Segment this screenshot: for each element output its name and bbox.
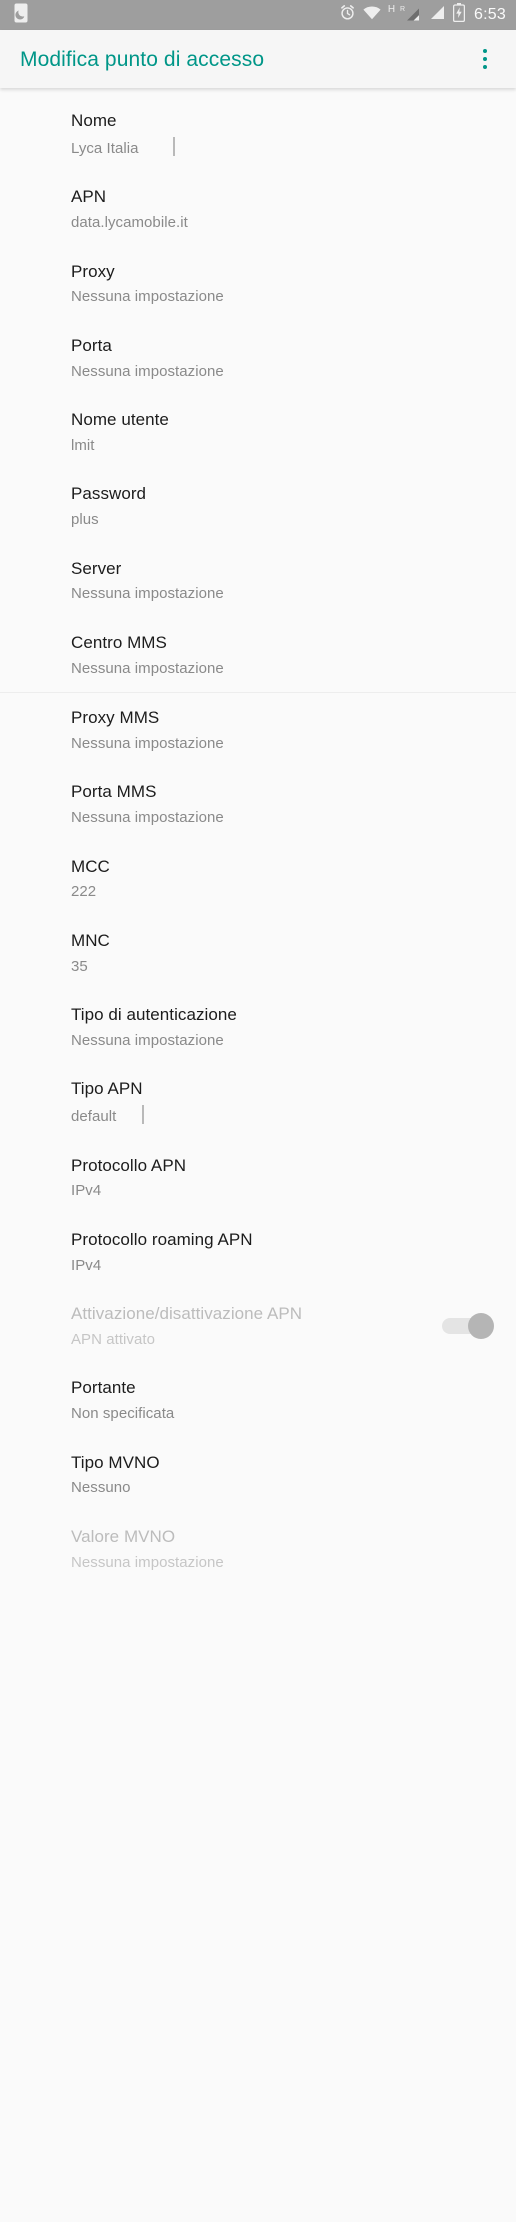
list-item-title: Proxy: [71, 261, 115, 281]
list-item-title: Tipo APN: [71, 1079, 143, 1099]
list-item-value: lmit: [71, 436, 95, 454]
list-item-title: Portante: [71, 1378, 136, 1398]
list-item-value: Nessuno: [71, 1479, 131, 1497]
list-item-porta-mms[interactable]: Porta MMS Nessuna impostazione: [0, 767, 516, 841]
list-item-title: Valore MVNO: [71, 1526, 176, 1546]
list-item-value: data.lycamobile.it: [71, 214, 188, 231]
list-item-value: Nessuna impostazione: [71, 362, 224, 380]
list-item-value: Nessuna impostazione: [71, 1031, 224, 1049]
list-item-value: 35: [71, 957, 88, 975]
list-item-title: MNC: [71, 930, 110, 950]
list-item-title: Tipo di autenticazione: [71, 1005, 237, 1024]
list-item-value: 222: [71, 883, 97, 901]
network-type-h-label: H: [387, 4, 396, 15]
list-group-secondary: Proxy MMS Nessuna impostazione Porta MMS…: [0, 693, 516, 1586]
list-item-title: Attivazione/disattivazione APN: [71, 1304, 303, 1323]
list-item-value: APN attivato: [71, 1330, 155, 1348]
text-caret: [142, 1105, 145, 1124]
status-bar-left: [14, 3, 28, 28]
status-bar-right: H R 6:53: [339, 3, 506, 27]
list-item-mnc[interactable]: MNC 35: [0, 916, 516, 990]
list-item-title: Protocollo roaming APN: [71, 1229, 253, 1249]
svg-text:R: R: [400, 6, 405, 13]
toolbar: Modifica punto di accesso: [0, 30, 516, 88]
list-item-title: MCC: [71, 856, 110, 876]
list-item-value: Lyca Italia: [71, 136, 498, 159]
list-item-title: Protocollo APN: [71, 1155, 187, 1175]
list-item-title: Nome: [71, 111, 117, 130]
list-item-value: Nessuna impostazione: [71, 809, 224, 826]
battery-charging-icon: [452, 3, 466, 27]
list-item-proxy[interactable]: Proxy Nessuna impostazione: [0, 247, 516, 321]
list-item-title: APN: [71, 187, 107, 207]
settings-list: Nome Lyca Italia APN data.lycamobile.it …: [0, 88, 516, 1586]
list-item-title: Tipo MVNO: [71, 1452, 160, 1472]
page-title: Modifica punto di accesso: [20, 47, 265, 71]
list-item-protocollo-apn[interactable]: Protocollo APN IPv4: [0, 1141, 516, 1215]
list-item-centro-mms[interactable]: Centro MMS Nessuna impostazione: [0, 618, 516, 692]
apn-edit-screen: H R 6:53 Modifica punto di accesso Nome …: [0, 0, 516, 2222]
list-item-value: Nessuna impostazione: [71, 288, 224, 306]
list-item-title: Password: [71, 484, 147, 504]
list-item-apn[interactable]: APN data.lycamobile.it: [0, 172, 516, 246]
list-item-value: Nessuna impostazione: [71, 659, 224, 677]
overflow-menu-icon[interactable]: [472, 42, 498, 76]
list-item-title: Proxy MMS: [71, 708, 160, 727]
apn-enable-toggle[interactable]: [442, 1313, 494, 1340]
toggle-thumb: [468, 1313, 494, 1340]
list-item-value: Nessuna impostazione: [71, 734, 224, 752]
list-item-value: IPv4: [71, 1256, 102, 1274]
list-item-title: Porta: [71, 335, 112, 355]
list-item-title: Centro MMS: [71, 632, 167, 652]
list-item-tipo-autenticazione[interactable]: Tipo di autenticazione Nessuna impostazi…: [0, 990, 516, 1064]
list-item-protocollo-roaming-apn[interactable]: Protocollo roaming APN IPv4: [0, 1215, 516, 1289]
list-item-title: Server: [71, 558, 122, 578]
list-item-mcc[interactable]: MCC 222: [0, 842, 516, 916]
list-item-portante[interactable]: Portante Non specificata: [0, 1363, 516, 1437]
list-item-nome[interactable]: Nome Lyca Italia: [0, 96, 516, 172]
list-item-valore-mvno[interactable]: Valore MVNO Nessuna impostazione: [0, 1512, 516, 1586]
list-item-server[interactable]: Server Nessuna impostazione: [0, 544, 516, 618]
list-item-title: Nome utente: [71, 410, 169, 429]
list-item-tipo-apn[interactable]: Tipo APN default: [0, 1064, 516, 1140]
list-item-value: default: [71, 1105, 498, 1127]
status-bar: H R 6:53: [0, 0, 516, 30]
list-item-apn-enable-disable[interactable]: Attivazione/disattivazione APN APN attiv…: [0, 1289, 516, 1363]
list-item-value: Nessuna impostazione: [71, 1553, 224, 1571]
list-item-title: Porta MMS: [71, 782, 157, 802]
list-item-proxy-mms[interactable]: Proxy MMS Nessuna impostazione: [0, 693, 516, 767]
signal-roaming-icon: R: [399, 4, 423, 27]
list-item-value: Non specificata: [71, 1405, 175, 1422]
wifi-icon: [363, 5, 381, 25]
list-item-tipo-mvno[interactable]: Tipo MVNO Nessuno: [0, 1438, 516, 1512]
dnd-moon-icon: [14, 3, 28, 28]
list-item-password[interactable]: Password plus: [0, 469, 516, 543]
alarm-icon: [339, 4, 356, 26]
list-item-value: plus: [71, 511, 99, 528]
list-item-value: Nessuna impostazione: [71, 585, 224, 603]
list-item-nome-utente[interactable]: Nome utente lmit: [0, 395, 516, 469]
list-item-value: IPv4: [71, 1182, 102, 1200]
clock-time: 6:53: [474, 6, 506, 23]
text-caret: [172, 136, 175, 156]
list-group-primary: Nome Lyca Italia APN data.lycamobile.it …: [0, 96, 516, 692]
signal-bars-icon: [430, 5, 446, 25]
list-item-porta[interactable]: Porta Nessuna impostazione: [0, 321, 516, 395]
